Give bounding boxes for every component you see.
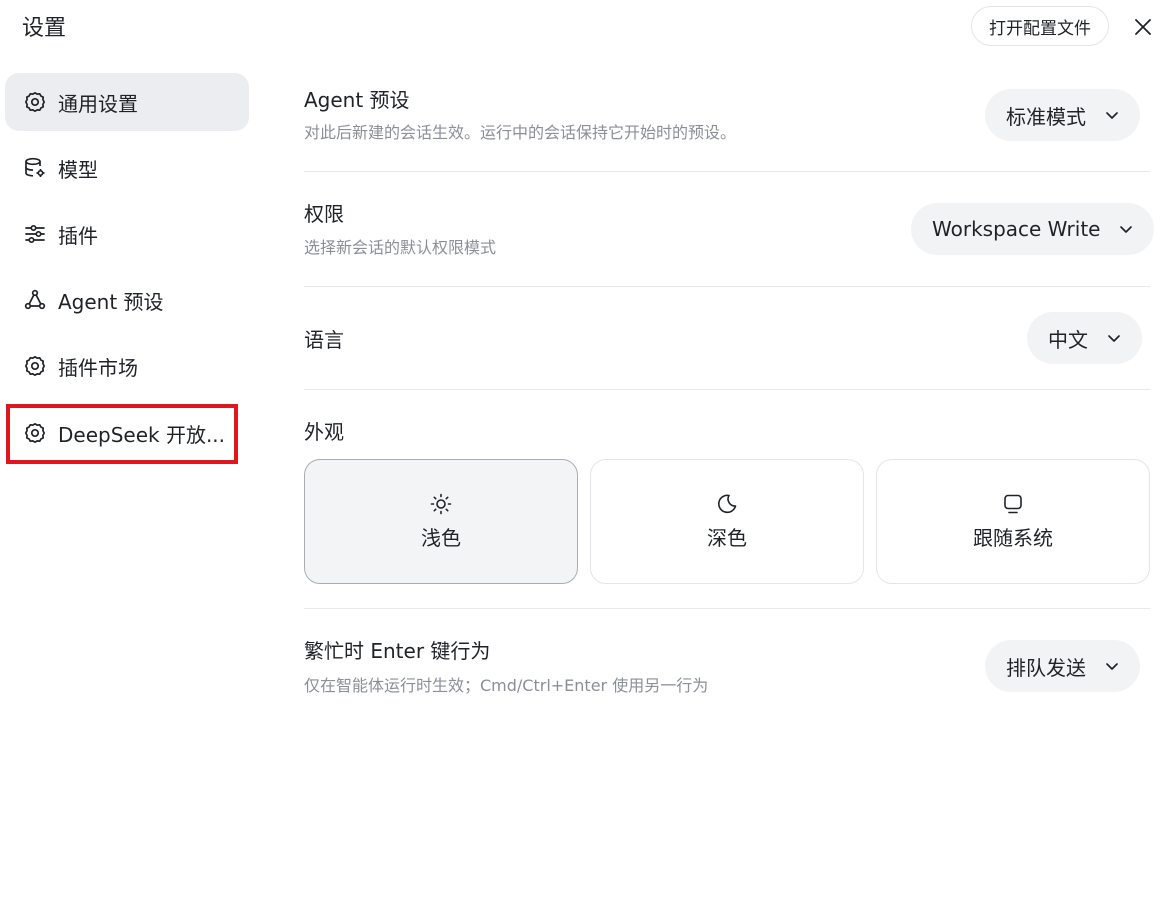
open-config-file-button[interactable]: 打开配置文件 (971, 6, 1109, 46)
divider (304, 608, 1150, 609)
theme-option-label: 跟随系统 (973, 526, 1053, 550)
sidebar-item-label: 模型 (58, 157, 98, 182)
permission-select[interactable]: Workspace Write (911, 203, 1155, 255)
permission-title: 权限 (304, 202, 344, 226)
sidebar-item-label: DeepSeek 开放... (58, 422, 226, 447)
sidebar-item-label: 通用设置 (58, 91, 138, 116)
busy-enter-value: 排队发送 (1006, 655, 1086, 680)
theme-option-light[interactable]: 浅色 (304, 459, 578, 584)
language-select[interactable]: 中文 (1027, 312, 1142, 364)
divider (304, 171, 1150, 172)
sliders-icon (23, 222, 47, 246)
chevron-down-icon (1118, 221, 1134, 237)
close-button[interactable] (1128, 12, 1158, 42)
permission-description: 选择新会话的默认权限模式 (304, 238, 497, 257)
agent-preset-title: Agent 预设 (304, 88, 410, 112)
monitor-icon (1001, 492, 1025, 516)
appearance-title: 外观 (304, 420, 344, 444)
sidebar-item-label: 插件市场 (58, 355, 138, 380)
chevron-down-icon (1106, 330, 1122, 346)
close-icon (1135, 19, 1151, 35)
theme-option-dark[interactable]: 深色 (590, 459, 864, 584)
chevron-down-icon (1104, 107, 1120, 123)
divider (304, 286, 1150, 287)
gear-icon (23, 354, 47, 378)
database-gear-icon (23, 156, 47, 180)
busy-enter-select[interactable]: 排队发送 (985, 640, 1140, 692)
moon-icon (715, 492, 739, 516)
sidebar-item-general[interactable]: 通用设置 (5, 73, 249, 131)
busy-enter-title: 繁忙时 Enter 键行为 (304, 639, 491, 663)
agent-preset-value: 标准模式 (1006, 104, 1086, 129)
agent-preset-select[interactable]: 标准模式 (985, 89, 1140, 141)
permission-value: Workspace Write (932, 217, 1101, 241)
nodes-icon (23, 288, 47, 312)
sidebar-item-plugins[interactable]: 插件 (5, 205, 249, 263)
language-value: 中文 (1048, 327, 1088, 352)
gear-icon (23, 90, 47, 114)
gear-icon (23, 421, 47, 445)
chevron-down-icon (1104, 658, 1120, 674)
sidebar-item-agent-preset[interactable]: Agent 预设 (5, 271, 249, 329)
sidebar-item-label: Agent 预设 (58, 289, 164, 314)
sidebar-item-label: 插件 (58, 223, 98, 248)
agent-preset-description: 对此后新建的会话生效。运行中的会话保持它开始时的预设。 (304, 123, 737, 142)
theme-option-label: 浅色 (421, 526, 461, 550)
sidebar-item-models[interactable]: 模型 (5, 139, 249, 197)
theme-option-label: 深色 (707, 526, 747, 550)
sidebar-item-deepseek-open-platform[interactable]: DeepSeek 开放... (5, 404, 249, 462)
page-title: 设置 (22, 16, 67, 41)
sidebar-item-plugin-market[interactable]: 插件市场 (5, 337, 249, 395)
theme-option-system[interactable]: 跟随系统 (876, 459, 1150, 584)
sun-icon (429, 492, 453, 516)
busy-enter-description: 仅在智能体运行时生效；Cmd/Ctrl+Enter 使用另一行为 (304, 676, 709, 695)
language-title: 语言 (304, 328, 344, 352)
divider (304, 389, 1150, 390)
